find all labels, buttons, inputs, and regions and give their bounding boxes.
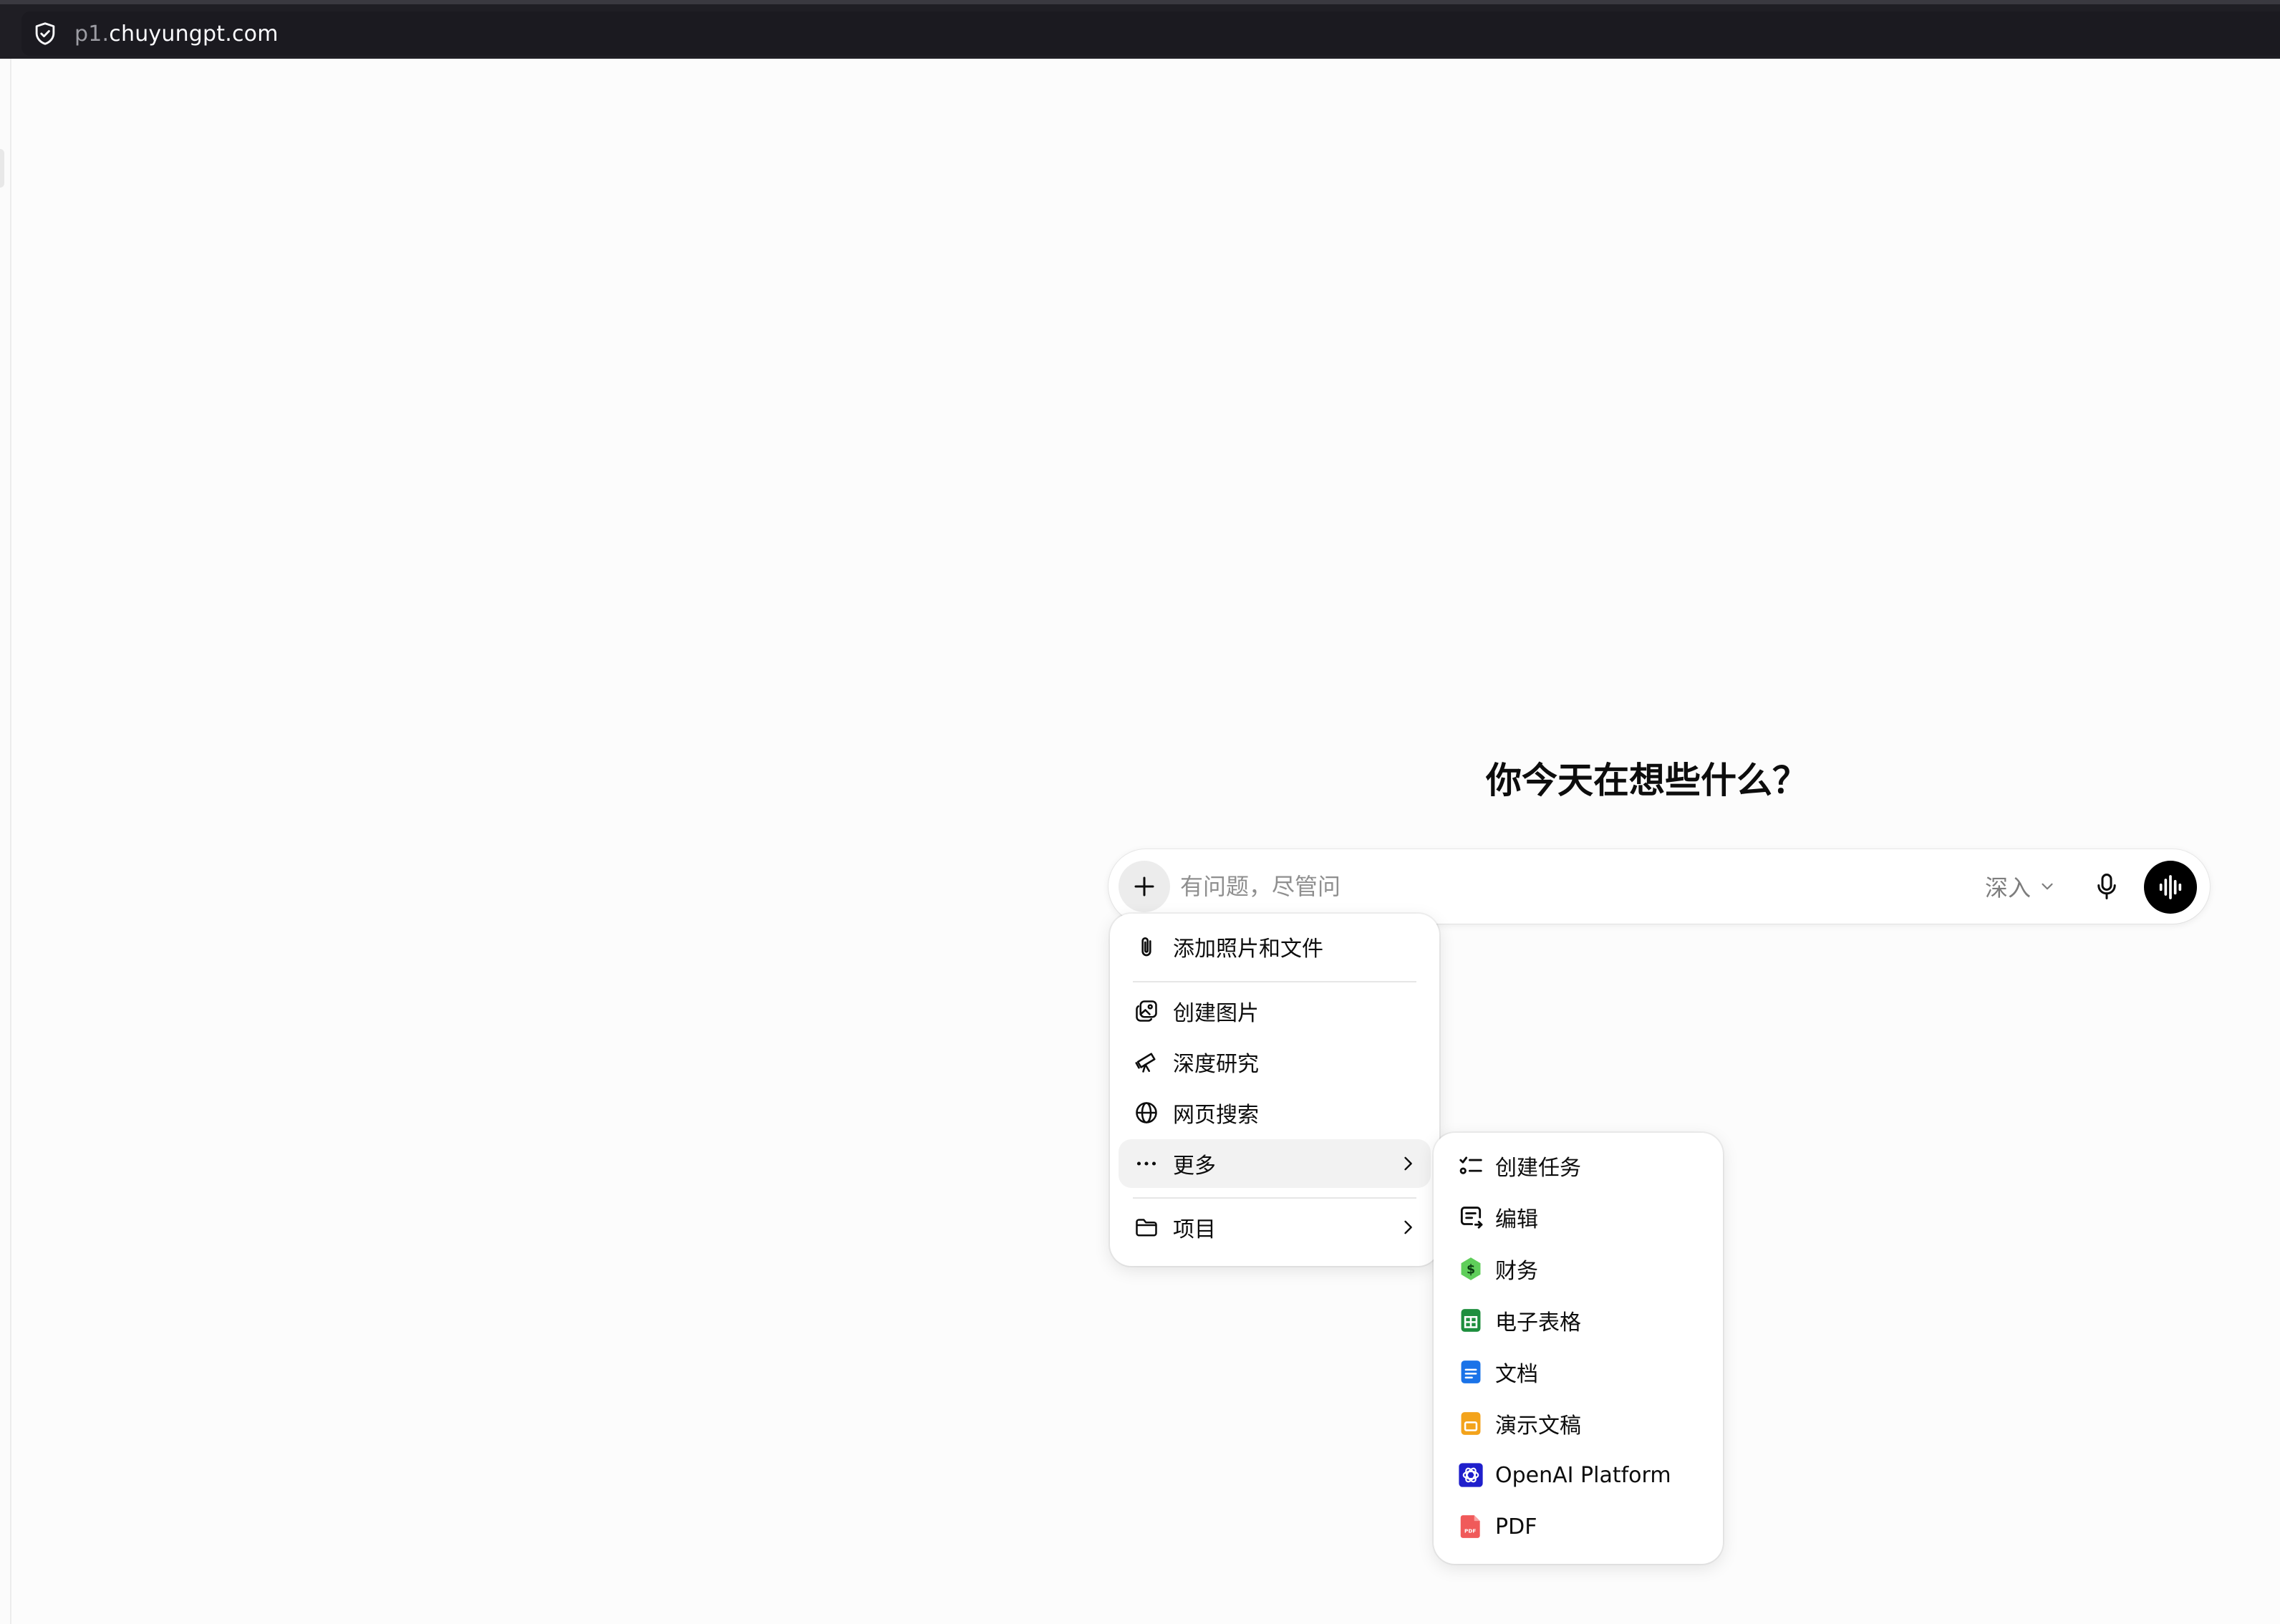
model-selector-label: 深入 <box>1985 874 2032 902</box>
submenu-item-label: 电子表格 <box>1495 1310 1581 1335</box>
openai-icon <box>1457 1461 1485 1489</box>
menu-item-more[interactable]: 更多 <box>1119 1139 1431 1188</box>
sidebar-toggle-tab[interactable] <box>0 149 4 188</box>
submenu-item-label: 创建任务 <box>1495 1156 1581 1181</box>
menu-divider <box>1133 981 1416 982</box>
submenu-item-spreadsheet[interactable]: 电子表格 <box>1442 1296 1714 1345</box>
chevron-down-icon <box>2042 883 2053 890</box>
shield-icon <box>35 22 55 45</box>
url-domain: chuyungpt.com <box>109 21 279 47</box>
edit-canvas-icon <box>1457 1203 1485 1232</box>
menu-item-create-image[interactable]: 创建图片 <box>1119 987 1431 1035</box>
browser-toolbar: p1.chuyungpt.com <box>0 0 2280 59</box>
globe-icon <box>1133 1099 1160 1126</box>
model-selector[interactable]: 深入 <box>1985 866 2057 907</box>
submenu-item-label: 编辑 <box>1495 1207 1538 1232</box>
svg-text:$: $ <box>1467 1263 1475 1277</box>
add-attachment-button[interactable] <box>1119 861 1170 912</box>
menu-divider <box>1133 1197 1416 1199</box>
submenu-item-finance[interactable]: $ 财务 <box>1442 1244 1714 1293</box>
voice-waveform-icon <box>2159 875 2182 899</box>
submenu-item-slides[interactable]: 演示文稿 <box>1442 1399 1714 1448</box>
telescope-icon <box>1133 1048 1160 1076</box>
submenu-item-pdf[interactable]: PDF PDF <box>1442 1502 1714 1551</box>
menu-item-projects[interactable]: 项目 <box>1119 1203 1431 1252</box>
submenu-item-label: 文档 <box>1495 1362 1538 1387</box>
url-text: p1.chuyungpt.com <box>74 21 279 47</box>
paperclip-icon <box>1133 933 1160 960</box>
chevron-right-icon <box>1404 1220 1412 1234</box>
chevron-right-icon <box>1404 1156 1412 1171</box>
submenu-item-document[interactable]: 文档 <box>1442 1348 1714 1396</box>
prompt-input[interactable] <box>1180 865 1896 908</box>
folder-icon <box>1133 1214 1160 1241</box>
microphone-icon <box>2097 874 2116 899</box>
more-submenu: 创建任务 编辑 $ 财务 电子表格 文档 演示文稿 OpenAI Platfor… <box>1434 1133 1723 1564</box>
submenu-item-label: 财务 <box>1495 1259 1538 1284</box>
url-prefix: p1. <box>74 21 110 47</box>
sidebar-edge <box>0 59 11 1624</box>
slides-icon <box>1457 1409 1485 1438</box>
page-title: 你今天在想些什么？ <box>1486 760 1808 801</box>
document-icon <box>1457 1358 1485 1386</box>
voice-mode-button[interactable] <box>2144 861 2197 914</box>
submenu-item-label: PDF <box>1495 1514 1537 1540</box>
plus-icon <box>1134 876 1154 896</box>
task-list-icon <box>1457 1151 1485 1180</box>
spreadsheet-icon <box>1457 1306 1485 1335</box>
submenu-item-openai-platform[interactable]: OpenAI Platform <box>1442 1451 1714 1499</box>
composer: 深入 <box>1108 849 2210 924</box>
submenu-item-label: OpenAI Platform <box>1495 1462 1671 1488</box>
menu-item-web-search[interactable]: 网页搜索 <box>1119 1088 1431 1137</box>
menu-item-label: 项目 <box>1173 1217 1216 1242</box>
submenu-item-create-task[interactable]: 创建任务 <box>1442 1141 1714 1190</box>
finance-icon: $ <box>1457 1255 1485 1283</box>
menu-item-label: 创建图片 <box>1173 1001 1259 1026</box>
menu-item-deep-research[interactable]: 深度研究 <box>1119 1038 1431 1086</box>
svg-text:PDF: PDF <box>1464 1528 1476 1534</box>
menu-item-label: 深度研究 <box>1173 1052 1259 1077</box>
address-bar[interactable]: p1.chuyungpt.com <box>21 11 2280 56</box>
menu-item-label: 网页搜索 <box>1173 1103 1259 1128</box>
menu-item-label: 更多 <box>1173 1154 1216 1179</box>
dictate-button[interactable] <box>2085 865 2128 908</box>
pdf-icon: PDF <box>1457 1512 1485 1541</box>
more-dots-icon <box>1133 1150 1160 1177</box>
submenu-item-edit[interactable]: 编辑 <box>1442 1193 1714 1242</box>
menu-item-add-files[interactable]: 添加照片和文件 <box>1119 922 1431 971</box>
image-create-icon <box>1133 997 1160 1025</box>
attach-menu: 添加照片和文件 创建图片 深度研究 网页搜索 更多 项目 <box>1110 914 1439 1266</box>
submenu-item-label: 演示文稿 <box>1495 1413 1581 1439</box>
menu-item-label: 添加照片和文件 <box>1173 937 1323 962</box>
